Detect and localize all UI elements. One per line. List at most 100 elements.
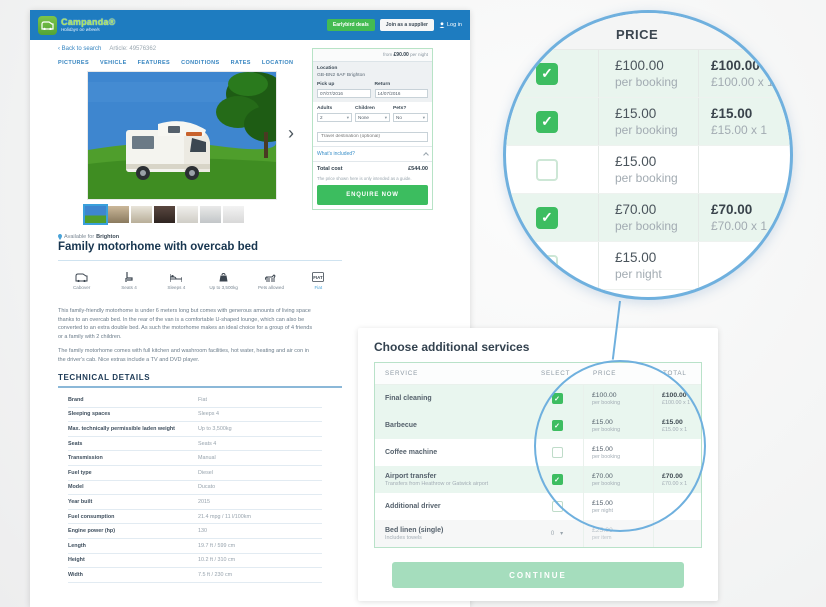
checkbox-unchecked[interactable]	[536, 158, 558, 181]
children-select[interactable]: None ▾	[355, 113, 390, 122]
campanda-logo-icon[interactable]	[38, 15, 57, 35]
quantity-select[interactable]: 0 ▾	[551, 530, 564, 538]
table-row: Brand Fiat	[68, 393, 322, 408]
article-number: Article: 49576362	[109, 46, 157, 52]
total-cost-value: £544.00	[408, 165, 428, 172]
bed-icon	[153, 268, 200, 282]
pets-select[interactable]: No ▾	[393, 113, 428, 122]
return-date-field[interactable]: 14/07/2016	[374, 89, 428, 98]
checkbox-checked[interactable]: ✓	[536, 62, 558, 85]
thumbnail[interactable]	[108, 206, 129, 223]
feature-cabover: Cabover	[58, 268, 105, 290]
table-row: Model Ducato	[68, 481, 322, 496]
description-paragraph: This family-friendly motorhome is under …	[58, 308, 313, 340]
total-cost-row: Total cost £544.00	[313, 160, 432, 176]
pickup-date-field[interactable]: 07/07/2016	[317, 89, 371, 98]
logo-text[interactable]: Campanda® Holidays on wheels	[61, 16, 116, 33]
earlybird-deals-button[interactable]: Earlybird deals	[326, 19, 375, 31]
listing-tabs: PICTURES VEHICLE FEATURES CONDITIONS RAT…	[58, 60, 293, 66]
magnified-price-header: PRICE	[506, 13, 790, 50]
listing-title: Family motorhome with overcab bed	[58, 241, 259, 253]
whats-included-link[interactable]: What's included?	[317, 151, 355, 157]
chevron-up-icon	[423, 151, 429, 158]
description-paragraph: The family motorhome comes with full kit…	[58, 348, 309, 363]
logo-wordmark: Campanda®	[61, 16, 116, 27]
table-row: Width 7.5 ft / 230 cm	[68, 568, 322, 583]
table-row: Max. technically permissible laden weigh…	[68, 422, 322, 437]
thumbnail[interactable]	[83, 204, 108, 225]
checkbox-unchecked[interactable]	[536, 254, 558, 277]
technical-underline	[58, 386, 342, 388]
checkbox-checked[interactable]: ✓	[536, 110, 558, 133]
tab-vehicle[interactable]: VEHICLE	[100, 60, 127, 66]
tab-rates[interactable]: RATES	[231, 60, 251, 66]
adults-select[interactable]: 2 ▾	[317, 113, 352, 122]
thumbnail[interactable]	[154, 206, 175, 223]
table-row: Engine power (hp) 130	[68, 524, 322, 539]
tab-conditions[interactable]: CONDITIONS	[181, 60, 220, 66]
return-label: Return	[374, 82, 391, 87]
technical-details-table: Brand Fiat Sleeping spaces Sleeps 4 Max. t…	[68, 393, 322, 583]
caret-down-icon: ▾	[560, 531, 564, 537]
seat-icon	[105, 268, 152, 282]
enquire-now-button[interactable]: ENQUIRE NOW	[317, 184, 428, 205]
table-row: Seats Seats 4	[68, 437, 322, 452]
thumbnail[interactable]	[131, 206, 152, 223]
features-row: Cabover Seats 4 Sleeps 4 Up to 3,500kg P…	[58, 268, 342, 290]
table-row: Fuel consumption 21.4 mpg / 11 l/100km	[68, 510, 322, 525]
thumbnail[interactable]	[177, 206, 198, 223]
table-row: Year built 2015	[68, 495, 322, 510]
magnified-row-barbecue: ✓ £15.00 per booking £15.00 £15.00 x 1	[506, 98, 790, 146]
from-price: £90.00	[393, 52, 409, 58]
next-photo-arrow[interactable]: ›	[288, 123, 294, 144]
tab-location[interactable]: LOCATION	[262, 60, 294, 66]
thumbnail[interactable]	[223, 206, 244, 223]
back-to-search-link[interactable]: ‹ Back to search	[58, 46, 101, 52]
price-from-strip: from £90.00 per night	[313, 49, 432, 62]
services-heading: Choose additional services	[374, 340, 530, 354]
caret-down-icon: ▾	[346, 115, 349, 120]
col-service: SERVICE	[385, 370, 419, 377]
cabover-icon	[58, 268, 105, 282]
listing-description: This family-friendly motorhome is under …	[58, 307, 314, 364]
pets-label: Pets?	[393, 106, 407, 111]
location-label: Location	[317, 66, 338, 71]
magnified-row-coffee-machine: £15.00 per booking	[506, 146, 790, 194]
table-row: Sleeping spaces Sleeps 4	[68, 408, 322, 423]
svg-text:FIAT: FIAT	[314, 275, 324, 280]
login-button[interactable]: Log in	[439, 22, 462, 28]
price-disclaimer: The price shown here is only intended as…	[317, 175, 412, 181]
magnified-row-additional-driver: £15.00 per night	[506, 242, 790, 290]
logo-tagline: Holidays on wheels	[61, 26, 100, 32]
destination-input[interactable]	[317, 131, 428, 142]
photo-thumbnails	[83, 204, 244, 225]
total-cost-label: Total cost	[317, 165, 343, 172]
magnified-row-final-cleaning: ✓ £100.00 per booking £100.00 £100.00 x 1	[506, 50, 790, 98]
user-icon	[439, 22, 445, 28]
booking-widget: from £90.00 per night Location GB-BN2 6A…	[312, 48, 433, 210]
continue-button[interactable]: CONTINUE	[392, 562, 684, 588]
magnifier-circle: PRICE ✓ £100.00 per booking £100.00 £100.0…	[503, 10, 793, 300]
table-row: Fuel type Diesel	[68, 466, 322, 481]
tab-features[interactable]: FEATURES	[138, 60, 170, 66]
divider	[58, 260, 342, 261]
main-photo[interactable]	[87, 71, 292, 200]
children-label: Children	[355, 106, 375, 111]
caret-down-icon: ▾	[422, 115, 425, 120]
location-section: Location GB-BN2 6AF Brighton Pick up 07/…	[313, 62, 432, 102]
login-label: Log in	[447, 22, 462, 28]
technical-details-heading: TECHNICAL DETAILS	[58, 373, 151, 382]
location-value: GB-BN2 6AF Brighton	[317, 73, 366, 78]
feature-brand: FIAT Fiat	[295, 268, 342, 290]
tab-pictures[interactable]: PICTURES	[58, 60, 89, 66]
magnified-row-airport-transfer: ✓ £70.00 per booking £70.00 £70.00 x 1	[506, 194, 790, 242]
whats-included-row[interactable]: What's included?	[313, 145, 432, 161]
join-supplier-button[interactable]: Join as a supplier	[379, 19, 434, 31]
feature-pets: Pets allowed	[247, 268, 294, 290]
feature-sleeps: Sleeps 4	[153, 268, 200, 290]
site-header: Campanda® Holidays on wheels Earlybird d…	[30, 10, 470, 40]
thumbnail[interactable]	[200, 206, 221, 223]
breadcrumb: ‹ Back to search Article: 49576362	[58, 46, 156, 52]
dog-icon	[247, 268, 294, 282]
checkbox-checked[interactable]: ✓	[536, 206, 558, 229]
